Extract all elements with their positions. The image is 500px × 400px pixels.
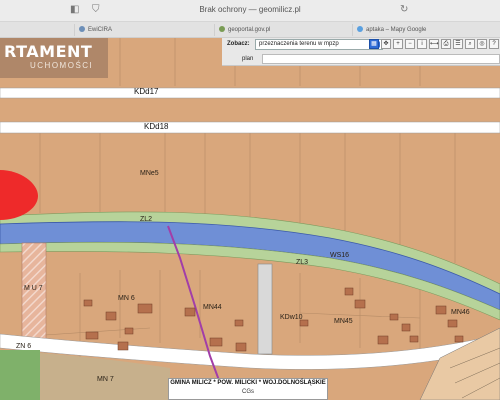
zone-label-mne5: MNe5 [140, 170, 159, 177]
tab-label: aptaka – Mapy Google [366, 27, 427, 33]
tab-bar: EwiCIRA geoportal.gov.pl aptaka – Mapy G… [0, 22, 500, 38]
pan-tool-icon[interactable]: ✥ [381, 39, 391, 49]
zoom-out-icon[interactable]: − [405, 39, 415, 49]
browser-titlebar: ◧ ⛉ Brak ochrony — geomilicz.pl ↻ [0, 0, 500, 22]
zone-label-mn6: MN 6 [118, 295, 135, 302]
site-icon [79, 26, 85, 32]
tab-label: geoportal.gov.pl [228, 27, 271, 33]
logo-title: RTAMENT [4, 42, 93, 61]
zone-label-mn44: MN44 [203, 304, 222, 311]
tab-label: EwiCIRA [88, 27, 113, 33]
map-caption: GMINA MILICZ * POW. MILICKI * WOJ.DOLNOŚ… [168, 378, 328, 400]
zone-label-zl2: ZL2 [140, 216, 153, 223]
info-tool-icon[interactable]: i [417, 39, 427, 49]
address-bar[interactable]: Brak ochrony — geomilicz.pl [0, 5, 500, 14]
plan-input[interactable] [262, 54, 500, 64]
print-icon[interactable]: ⎙ [441, 39, 451, 49]
caption-credit: CGs [242, 389, 254, 395]
tab-google-maps[interactable]: aptaka – Mapy Google [352, 24, 500, 36]
map-toolbar: Zobacz: przeznaczenia terenu w mpzp ⇕ ▦ … [222, 38, 500, 66]
search-label: Zobacz: [227, 41, 250, 47]
zone-label-ws16: WS16 [330, 252, 350, 259]
logo-subtitle: UCHOMOŚCI [30, 61, 94, 70]
zone-label-mu7: M U 7 [24, 285, 43, 292]
caption-title: GMINA MILICZ * POW. MILICKI * WOJ.DOLNOŚ… [170, 380, 326, 386]
road-label-kdd18: KDd18 [144, 122, 169, 131]
site-icon [357, 26, 363, 32]
layer-select-value: przeznaczenia terenu w mpzp [259, 41, 339, 47]
search-tool-icon[interactable]: ⌕ [465, 39, 475, 49]
measure-tool-icon[interactable]: ⟷ [429, 39, 439, 49]
tab-ewicira[interactable]: EwiCIRA [74, 24, 214, 36]
layers-icon[interactable]: ☰ [453, 39, 463, 49]
zone-label-mn45: MN45 [334, 318, 353, 325]
department-logo: RTAMENT UCHOMOŚCI [0, 38, 108, 78]
help-icon[interactable]: ? [489, 39, 499, 49]
zoom-in-icon[interactable]: + [393, 39, 403, 49]
zone-label-mn46: MN46 [451, 309, 470, 316]
reload-icon[interactable]: ↻ [400, 4, 408, 15]
zone-label-zl3: ZL3 [296, 259, 309, 266]
layer-select[interactable]: przeznaczenia terenu w mpzp ⇕ [255, 39, 383, 50]
tab-geoportal[interactable]: geoportal.gov.pl [214, 24, 352, 36]
plan-label: plan [242, 56, 254, 62]
zone-label-kdw10: KDw10 [280, 314, 303, 321]
locate-icon[interactable]: ◎ [477, 39, 487, 49]
site-icon [219, 26, 225, 32]
map-drawing [0, 38, 500, 400]
zone-label-zn6: ZN 6 [16, 343, 32, 350]
road-label-kdd17: KDd17 [134, 87, 159, 96]
grid-tool-icon[interactable]: ▦ [369, 39, 379, 49]
map-canvas[interactable]: KDd17 KDd18 MNe5 ZL2 ZL3 WS16 M U 7 MN 6… [0, 38, 500, 400]
zone-label-mn7: MN 7 [97, 376, 114, 383]
